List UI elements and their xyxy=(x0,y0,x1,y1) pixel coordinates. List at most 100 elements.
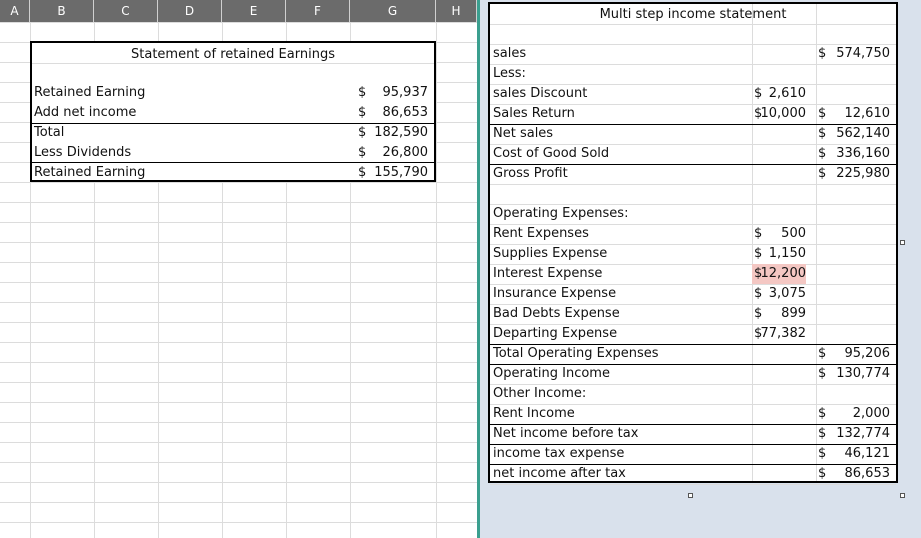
table-row[interactable]: Less: xyxy=(490,64,896,84)
column-header-b[interactable]: B xyxy=(30,0,94,22)
amount-value: 1,150 xyxy=(768,246,806,261)
table-row[interactable]: sales $574,750 xyxy=(490,44,896,64)
row-label: Total Operating Expenses xyxy=(493,346,659,361)
column-header-g[interactable]: G xyxy=(350,0,436,22)
amount-value: 562,140 xyxy=(836,126,890,141)
amount-value: 130,774 xyxy=(836,366,890,381)
row-label: Cost of Good Sold xyxy=(493,146,610,161)
currency-symbol: $ xyxy=(818,126,827,141)
amount-value: 225,980 xyxy=(836,166,890,181)
grid-line xyxy=(0,382,477,383)
row-label: income tax expense xyxy=(493,446,625,461)
table-row[interactable]: Total Operating Expenses $95,206 xyxy=(490,344,896,364)
row-label: Rent Expenses xyxy=(493,226,589,241)
table-row[interactable]: net income after tax $86,653 xyxy=(490,464,896,484)
resize-handle-corner[interactable] xyxy=(900,493,905,498)
column-header-f[interactable]: F xyxy=(286,0,350,22)
column-header-h[interactable]: H xyxy=(436,0,477,22)
row-label: Supplies Expense xyxy=(493,246,608,261)
table-row[interactable]: Interest Expense $12,200 xyxy=(490,264,896,284)
row-label: Other Income: xyxy=(493,386,587,401)
row-label: Less Dividends xyxy=(34,145,132,160)
row-label: Sales Return xyxy=(493,106,575,121)
table-row[interactable]: Operating Expenses: xyxy=(490,204,896,224)
currency-symbol: $ xyxy=(818,106,827,121)
retained-earnings-table: Statement of retained Earnings Retained … xyxy=(30,41,436,182)
table-row[interactable]: Retained Earning $ 155,790 xyxy=(32,163,434,183)
amount-value: 12,610 xyxy=(844,106,891,121)
amount-value: 2,000 xyxy=(852,406,890,421)
row-label: Insurance Expense xyxy=(493,286,617,301)
currency-symbol: $ xyxy=(818,146,827,161)
row-value: 182,590 xyxy=(374,125,428,140)
table-row[interactable]: Rent Income $2,000 xyxy=(490,404,896,424)
table-row[interactable]: Departing Expense $77,382 xyxy=(490,324,896,344)
grid-line xyxy=(436,22,437,538)
detail-amount-cell[interactable]: $12,200 xyxy=(752,264,806,284)
column-header-d[interactable]: D xyxy=(158,0,222,22)
row-value: 155,790 xyxy=(374,165,428,180)
table-row[interactable]: Insurance Expense $3,075 xyxy=(490,284,896,304)
row-label: Total xyxy=(34,125,65,140)
table-row[interactable] xyxy=(490,184,896,204)
divider xyxy=(490,444,896,445)
amount-value: 336,160 xyxy=(836,146,890,161)
amount-value: 10,000 xyxy=(760,106,807,121)
row-label: net income after tax xyxy=(493,466,626,481)
row-label: Less: xyxy=(493,66,526,81)
currency-symbol: $ xyxy=(754,246,763,261)
grid-line xyxy=(0,222,477,223)
pane-splitter[interactable] xyxy=(477,0,480,538)
resize-handle-bottom[interactable] xyxy=(688,493,693,498)
retained-earnings-title: Statement of retained Earnings xyxy=(131,47,335,62)
row-label: Gross Profit xyxy=(493,166,568,181)
currency-symbol: $ xyxy=(358,125,367,140)
currency-symbol: $ xyxy=(358,145,367,160)
table-row[interactable]: income tax expense $46,121 xyxy=(490,444,896,464)
row-label: Rent Income xyxy=(493,406,575,421)
table-row[interactable]: Net income before tax $132,774 xyxy=(490,424,896,444)
column-header-a[interactable]: A xyxy=(0,0,30,22)
table-row[interactable]: Total $ 182,590 xyxy=(32,123,434,143)
grid-line xyxy=(490,24,896,25)
table-row[interactable]: Sales Return $10,000 $12,610 xyxy=(490,104,896,124)
currency-symbol: $ xyxy=(818,446,827,461)
table-row[interactable]: Gross Profit $225,980 xyxy=(490,164,896,184)
grid-line xyxy=(0,362,477,363)
amount-value: 46,121 xyxy=(844,446,891,461)
grid-line xyxy=(0,262,477,263)
column-header-e[interactable]: E xyxy=(222,0,286,22)
row-label: Operating Income xyxy=(493,366,610,381)
currency-symbol: $ xyxy=(818,466,827,481)
grid-line xyxy=(0,482,477,483)
row-label: Net income before tax xyxy=(493,426,639,441)
table-row[interactable]: Rent Expenses $500 xyxy=(490,224,896,244)
income-statement-object[interactable]: Multi step income statement sales $574,75… xyxy=(488,2,898,485)
currency-symbol: $ xyxy=(358,165,367,180)
table-row[interactable]: Add net income $ 86,653 xyxy=(32,103,434,123)
table-row[interactable]: Net sales $562,140 xyxy=(490,124,896,144)
row-label: sales xyxy=(493,46,527,61)
amount-value: 2,610 xyxy=(768,86,806,101)
resize-handle-right[interactable] xyxy=(900,240,905,245)
amount-value: 500 xyxy=(781,226,806,241)
table-row[interactable]: Cost of Good Sold $336,160 xyxy=(490,144,896,164)
currency-symbol: $ xyxy=(818,346,827,361)
table-row[interactable]: Operating Income $130,774 xyxy=(490,364,896,384)
table-row[interactable]: sales Discount $2,610 xyxy=(490,84,896,104)
table-row[interactable]: Supplies Expense $1,150 xyxy=(490,244,896,264)
amount-value: 899 xyxy=(781,306,806,321)
grid-line xyxy=(0,442,477,443)
column-header-c[interactable]: C xyxy=(94,0,158,22)
grid-line xyxy=(0,522,477,523)
spreadsheet-grid[interactable]: A B C D E F G H Statement of retained Ea… xyxy=(0,0,477,538)
income-statement-title: Multi step income statement xyxy=(599,7,787,22)
divider xyxy=(490,344,896,345)
table-row[interactable]: Retained Earning $ 95,937 xyxy=(32,83,434,103)
table-row[interactable]: Bad Debts Expense $899 xyxy=(490,304,896,324)
row-value: 95,937 xyxy=(382,85,429,100)
currency-symbol: $ xyxy=(818,166,827,181)
table-row[interactable]: Other Income: xyxy=(490,384,896,404)
table-row[interactable]: Less Dividends $ 26,800 xyxy=(32,143,434,163)
amount-value: 3,075 xyxy=(768,286,806,301)
